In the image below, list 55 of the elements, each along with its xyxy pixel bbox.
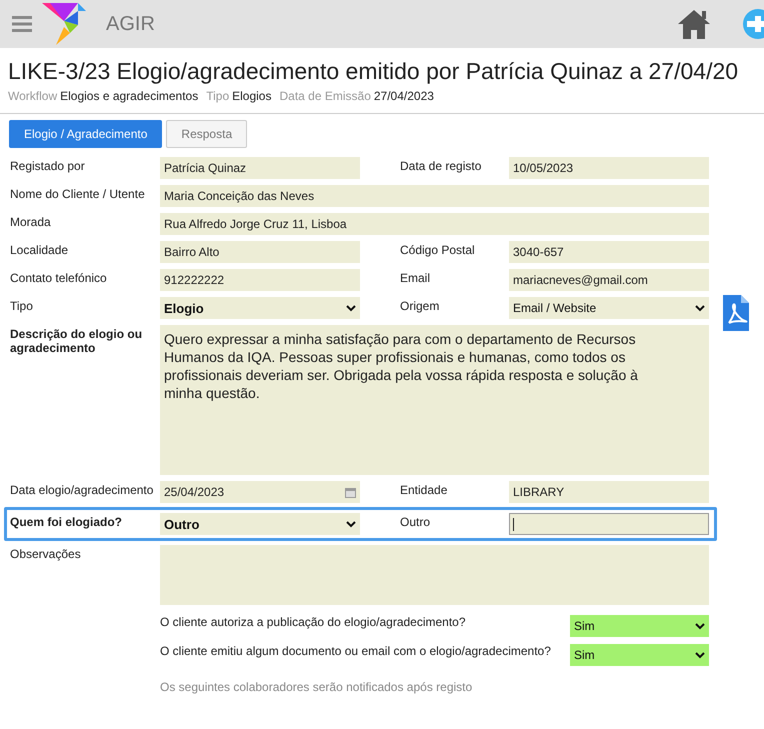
chevron-down-icon	[346, 520, 356, 528]
text-field[interactable]: LIBRARY	[509, 481, 709, 503]
field-label: Data de registo	[400, 158, 482, 173]
date-field[interactable]: 25/04/2023	[160, 481, 360, 503]
field-label: Contato telefónico	[10, 270, 108, 285]
field-label: Outro	[400, 514, 432, 529]
field-label: Tipo	[10, 298, 34, 313]
question-text: O cliente emitiu algum documento ou email com o elogio/agradecimento?	[160, 644, 552, 658]
chevron-down-icon	[695, 652, 705, 658]
text-field[interactable]: Rua Alfredo Jorge Cruz 11, Lisboa	[160, 213, 709, 235]
calendar-icon	[345, 486, 356, 498]
field-label: Nome do Cliente / Utente	[10, 186, 146, 201]
meta-label: Tipo	[206, 89, 230, 103]
dropdown[interactable]: Email / Website	[509, 297, 709, 319]
meta-label: Data de Emissão	[279, 89, 371, 103]
question-text: O cliente autoriza a publicação do elogio/agradecimento?	[160, 615, 467, 629]
pdf-file-icon[interactable]	[723, 295, 749, 331]
field-label: Quem foi elogiado?	[10, 514, 124, 529]
tab[interactable]: Elogio / Agradecimento	[9, 120, 162, 148]
field-label: Registado por	[10, 158, 86, 173]
field-label: Código Postal	[400, 242, 476, 257]
text-field[interactable]: Bairro Alto	[160, 241, 360, 263]
text-field[interactable]: mariacneves@gmail.com	[509, 269, 709, 291]
chevron-down-icon	[695, 304, 705, 312]
chevron-down-icon	[346, 304, 356, 312]
text-field[interactable]: 3040-657	[509, 241, 709, 263]
home-icon[interactable]	[676, 8, 712, 40]
menu-icon[interactable]	[12, 16, 32, 32]
field-label: Entidade	[400, 482, 448, 497]
app-name: AGIR	[106, 12, 155, 36]
dropdown[interactable]: Sim	[570, 644, 709, 666]
field-label: Observações	[10, 546, 82, 561]
meta-value: Elogios e agradecimentos	[60, 89, 198, 103]
meta-label: Workflow	[8, 89, 58, 103]
dropdown[interactable]: Outro	[160, 513, 360, 535]
field-label: Descrição do elogio ou agradecimento	[10, 326, 144, 355]
field-label: Origem	[400, 298, 440, 313]
field-label: Data elogio/agradecimento	[10, 482, 154, 497]
text-field[interactable]: 912222222	[160, 269, 360, 291]
dropdown[interactable]: Sim	[570, 615, 709, 637]
meta-value: 27/04/2023	[374, 89, 434, 103]
page-title: LIKE-3/23 Elogio/agradecimento emitido por Patrícia Quinaz a 27/04/20	[7, 57, 740, 85]
notice-text: Os seguintes colaboradores serão notificados após registo	[160, 680, 474, 694]
field-label: Morada	[10, 214, 52, 229]
chevron-down-icon	[695, 622, 705, 630]
field-label: Email	[400, 270, 432, 285]
field-label: Localidade	[10, 242, 70, 257]
text-field[interactable]: Maria Conceição das Neves	[160, 185, 709, 207]
meta-value: Elogios	[232, 89, 272, 103]
text-field[interactable]: 10/05/2023	[509, 157, 709, 179]
input-field[interactable]	[509, 513, 709, 535]
text-area[interactable]: Quero expressar a minha satisfação para com o departamento de Recursos Humanos da IQA. Pessoas super profissionais e humanas, como todos os profissionais deveriam ser. Obrigada pela vossa rápida resposta e solução à minha questão.	[160, 325, 709, 475]
dropdown[interactable]: Elogio	[160, 297, 360, 319]
tab[interactable]: Resposta	[166, 120, 248, 148]
text-field[interactable]: Patrícia Quinaz	[160, 157, 360, 179]
